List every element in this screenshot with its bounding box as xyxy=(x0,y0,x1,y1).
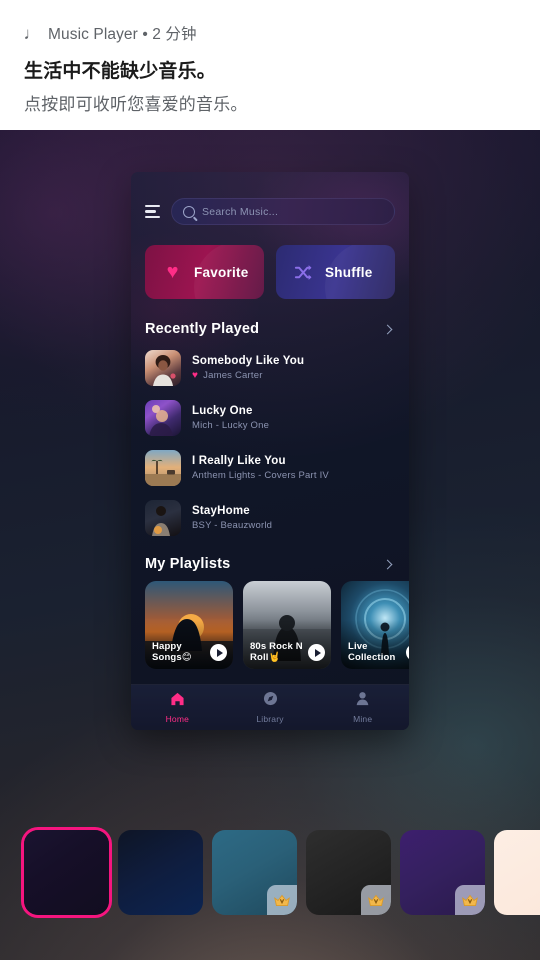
premium-badge xyxy=(267,885,297,915)
playlist-name: Live Collection xyxy=(348,640,396,663)
hamburger-menu-icon[interactable] xyxy=(145,205,160,218)
chevron-right-icon[interactable] xyxy=(382,324,393,334)
my-playlists-header[interactable]: My Playlists xyxy=(145,556,395,572)
nav-label-mine: Mine xyxy=(353,714,373,724)
track-artist: ♥ James Carter xyxy=(192,370,304,381)
track-title: Somebody Like You xyxy=(192,355,305,367)
playlist-name: 80s Rock N Roll🤘 xyxy=(250,640,303,663)
nav-item-home[interactable]: Home xyxy=(131,692,224,724)
favorite-button[interactable]: ♥ Favorite xyxy=(145,245,264,299)
chevron-right-icon[interactable] xyxy=(382,559,393,569)
track-row[interactable]: Lucky One Mich - Lucky One xyxy=(145,396,395,440)
crown-icon xyxy=(368,894,384,906)
notification-app-line: Music Player • 2 分钟 xyxy=(48,26,197,43)
track-artist-label: Mich - Lucky One xyxy=(192,420,270,431)
recently-played-title: Recently Played xyxy=(145,321,260,337)
theme-swatch-violet[interactable] xyxy=(400,830,485,915)
music-note-icon: ♩ xyxy=(23,23,41,43)
album-art xyxy=(145,350,181,386)
theme-swatch-charcoal[interactable] xyxy=(306,830,391,915)
music-app-preview: Search Music... ♥ Favorite Shuffle Recen… xyxy=(131,172,409,730)
premium-badge xyxy=(361,885,391,915)
track-artist: BSY - Beauzworld xyxy=(192,520,272,531)
wallpaper-preview-area: Search Music... ♥ Favorite Shuffle Recen… xyxy=(0,130,540,960)
play-button[interactable] xyxy=(308,644,325,661)
playlist-name: Happy Songs😊 xyxy=(152,640,192,663)
track-title: StayHome xyxy=(192,505,250,517)
theme-swatch-row[interactable] xyxy=(0,820,540,925)
home-icon xyxy=(170,692,185,711)
track-row[interactable]: StayHome BSY - Beauzworld xyxy=(145,496,395,540)
search-placeholder: Search Music... xyxy=(202,205,279,218)
track-artist: Anthem Lights - Covers Part IV xyxy=(192,470,329,481)
theme-swatch-deep-blue[interactable] xyxy=(118,830,203,915)
heart-icon: ♥ xyxy=(192,369,199,381)
nav-item-library[interactable]: Library xyxy=(224,691,317,724)
shuffle-label: Shuffle xyxy=(325,264,373,280)
track-artist-label: BSY - Beauzworld xyxy=(192,520,273,531)
notification-title: 生活中不能缺少音乐。 xyxy=(24,61,217,82)
heart-icon: ♥ xyxy=(166,261,179,283)
nav-item-mine[interactable]: Mine xyxy=(316,691,409,724)
crown-icon xyxy=(274,894,290,906)
crown-icon xyxy=(462,894,478,906)
theme-swatch-cream[interactable] xyxy=(494,830,540,915)
notification-meta: ♩ Music Player • 2 分钟 xyxy=(24,22,516,44)
nav-label-library: Library xyxy=(256,714,284,724)
favorite-label: Favorite xyxy=(194,264,249,280)
notification-card[interactable]: ♩ Music Player • 2 分钟 生活中不能缺少音乐。 点按即可收听您… xyxy=(0,0,540,130)
playlist-carousel[interactable]: Happy Songs😊 80s Rock N Roll🤘 Live Colle… xyxy=(145,581,409,669)
app-top-bar: Search Music... xyxy=(145,198,395,225)
track-row[interactable]: Somebody Like You ♥ James Carter xyxy=(145,346,395,390)
track-title: Lucky One xyxy=(192,405,253,417)
premium-badge xyxy=(455,885,485,915)
shuffle-icon xyxy=(293,263,314,282)
track-row[interactable]: I Really Like You Anthem Lights - Covers… xyxy=(145,446,395,490)
person-icon xyxy=(355,691,370,711)
recently-played-list: Somebody Like You ♥ James Carter Lucky O… xyxy=(145,346,395,540)
album-art xyxy=(145,400,181,436)
compass-icon xyxy=(263,691,278,711)
track-title: I Really Like You xyxy=(192,455,286,467)
nav-label-home: Home xyxy=(165,713,190,724)
track-artist-label: Anthem Lights - Covers Part IV xyxy=(192,470,329,481)
theme-swatch-teal[interactable] xyxy=(212,830,297,915)
album-art xyxy=(145,500,181,536)
shuffle-button[interactable]: Shuffle xyxy=(276,245,395,299)
bottom-navigation: Home Library Mine xyxy=(131,684,409,730)
play-button[interactable] xyxy=(210,644,227,661)
theme-swatch-midnight-purple[interactable] xyxy=(24,830,109,915)
my-playlists-title: My Playlists xyxy=(145,556,231,572)
search-icon xyxy=(183,205,195,218)
playlist-card[interactable]: Live Collection xyxy=(341,581,409,669)
track-artist-label: James Carter xyxy=(203,370,263,381)
playlist-card[interactable]: Happy Songs😊 xyxy=(145,581,233,669)
recently-played-header[interactable]: Recently Played xyxy=(145,321,395,337)
playlist-card[interactable]: 80s Rock N Roll🤘 xyxy=(243,581,331,669)
notification-subtitle: 点按即可收听您喜爱的音乐。 xyxy=(24,95,248,114)
search-input[interactable]: Search Music... xyxy=(171,198,395,225)
album-art xyxy=(145,450,181,486)
quick-actions: ♥ Favorite Shuffle xyxy=(145,245,395,299)
track-artist: Mich - Lucky One xyxy=(192,420,269,431)
